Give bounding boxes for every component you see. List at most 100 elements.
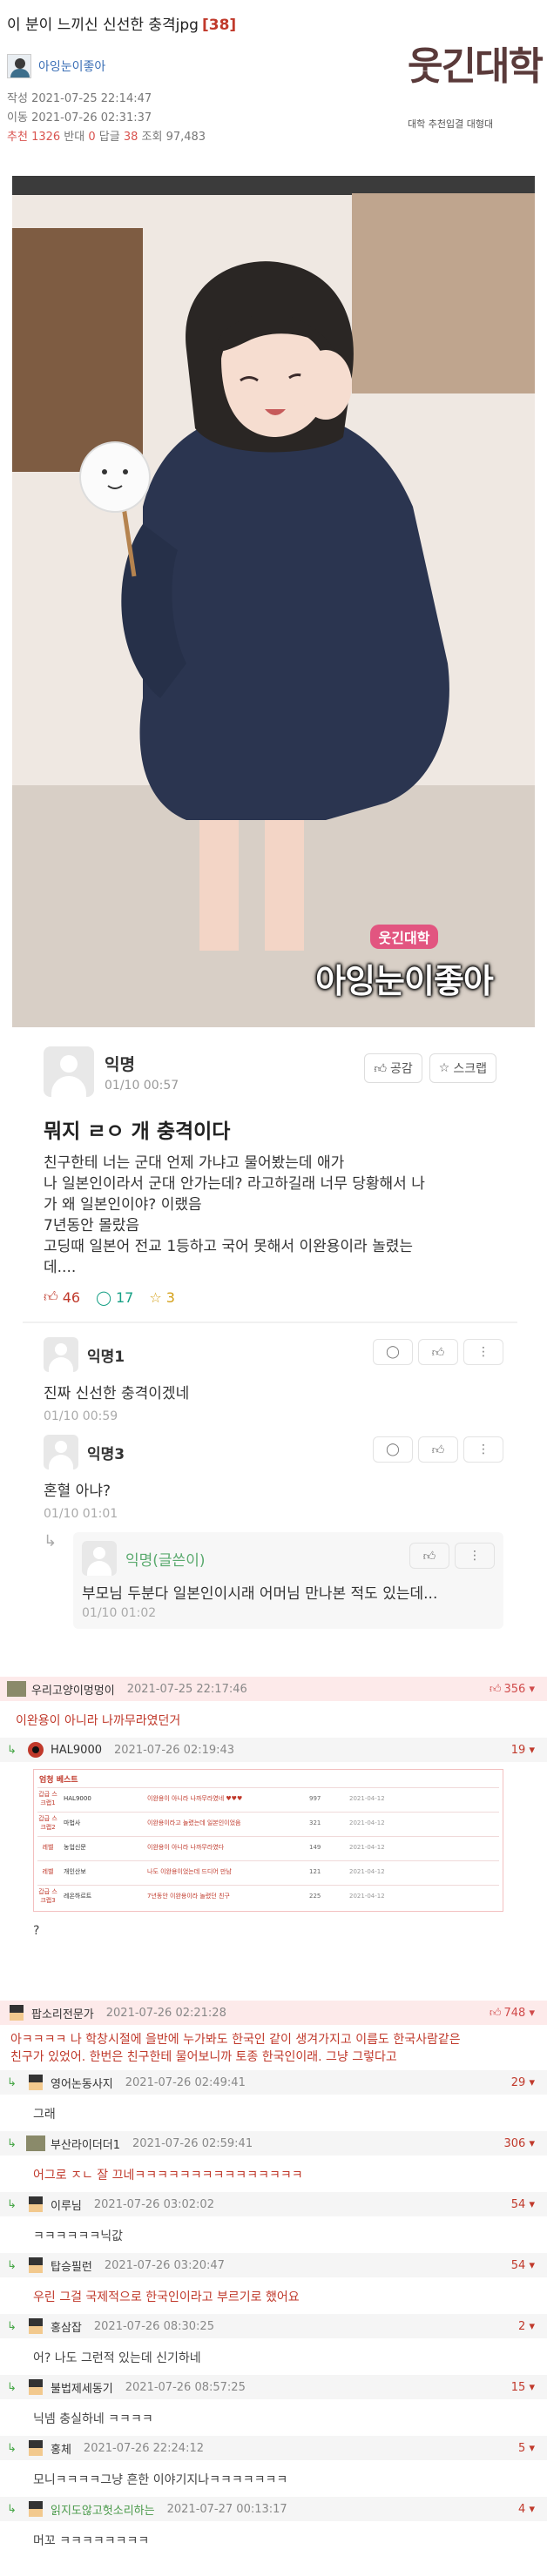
comment-score[interactable]: 29 ▾ [511, 2076, 535, 2089]
user-avatar[interactable] [26, 2257, 45, 2273]
user-avatar[interactable] [26, 2501, 45, 2517]
user-avatar[interactable] [26, 2075, 45, 2090]
comment-score[interactable]: 2 ▾ [518, 2320, 535, 2333]
comment-author[interactable]: 홍삼잡 [51, 2318, 82, 2335]
ranking-row: 갑급 스크랩3 레온하르트 7년동안 이완용이라 놀렸던 친구 225 2021… [37, 1885, 499, 1906]
dropdown-icon: ▾ [525, 2006, 535, 2020]
ranking-rank: 갑급 스크랩2 [38, 1814, 57, 1831]
reply-arrow-icon: ↳ [7, 2319, 17, 2333]
ranking-image: 엄청 베스트 갑급 스크랩1 HAL9000 이완용이 아니라 나까무라였네 ♥… [33, 1769, 503, 1912]
comment-author[interactable]: 영어논동사지 [51, 2075, 113, 2091]
comment-body: 어그로 ㅈㄴ 잘 끄네ㅋㅋㅋㅋㅋㅋㅋㅋㅋㅋㅋㅋㅋㅋㅋ [33, 2169, 303, 2183]
embed-comments-count: 17 [116, 1288, 134, 1306]
post-title-text[interactable]: 이 분이 느끼신 신선한 충격jpg [7, 17, 199, 34]
comment-author[interactable]: 홍체 [51, 2440, 71, 2457]
comment-author[interactable]: 탑승필런 [51, 2257, 92, 2274]
comment-score[interactable]: 54 ▾ [511, 2198, 535, 2211]
ranking-row: 갑급 스크랩1 HAL9000 이완용이 아니라 나까무라였네 ♥♥♥ 997 … [37, 1787, 499, 1808]
comment-header: ↳ 불법제세동기 2021-07-26 08:57:25 15 ▾ [0, 2375, 547, 2399]
comment-score-value: 356 [503, 1682, 526, 1696]
star-icon: ☆ [149, 1288, 162, 1306]
comment-author[interactable]: 불법제세동기 [51, 2379, 113, 2396]
reply-arrow-icon: ↳ [7, 2380, 17, 2394]
comment-header: ↳ 홍삼잡 2021-07-26 08:30:25 2 ▾ [0, 2314, 547, 2338]
anon-avatar [44, 1046, 94, 1097]
user-avatar[interactable] [7, 1681, 26, 1697]
embed-reply-actions: 👍︎ ⋮ [409, 1543, 495, 1569]
thumbs-up-icon: 👍︎ [418, 1436, 458, 1463]
comment-author[interactable]: HAL9000 [51, 1744, 102, 1757]
user-avatar[interactable] [26, 1742, 45, 1758]
comment-author[interactable]: 읽지도않고헛소리하는 [51, 2501, 155, 2518]
ranking-rank: 레벨 [42, 1867, 54, 1875]
comment-body: 이완용이 아니라 나까무라였던거 [16, 1714, 181, 1728]
ranking-post-title: 이완용이 아니라 나까무라였네 ♥♥♥ [147, 1794, 243, 1802]
anon-avatar [82, 1541, 117, 1576]
user-avatar[interactable] [26, 2318, 45, 2334]
ranking-views: 997 [309, 1794, 321, 1802]
comment-body: 그래 [33, 2108, 56, 2122]
more-icon: ⋮ [463, 1436, 503, 1463]
author-avatar[interactable] [7, 54, 31, 78]
user-avatar[interactable] [26, 2135, 45, 2151]
embed-scraps-count: 3 [165, 1288, 175, 1306]
scrap-label: 스크랩 [453, 1062, 487, 1076]
dropdown-icon: ▾ [525, 2441, 535, 2455]
comment-score[interactable]: 👍︎ 748 ▾ [490, 2007, 535, 2020]
ranking-date: 2021-04-12 [349, 1892, 385, 1900]
dropdown-icon: ▾ [525, 2136, 535, 2150]
embed-likes-count: 46 [62, 1288, 81, 1306]
comment-score-value: 29 [510, 2075, 526, 2089]
watermark-small: 웃긴대학 [369, 925, 439, 949]
author-name[interactable]: 아잉눈이좋아 [38, 57, 105, 75]
reply-count: 38 [123, 131, 138, 144]
site-logo[interactable]: 웃긴대학 대학 추천입결 대형대 [390, 0, 547, 157]
comment-author[interactable]: 부산라이더더1 [51, 2135, 120, 2152]
comment-header: 팝소리전문가 2021-07-26 02:21:28 👍︎ 748 ▾ [0, 2001, 547, 2025]
comment-header: ↳ 홍체 2021-07-26 22:24:12 5 ▾ [0, 2436, 547, 2460]
comment-count[interactable]: [38] [202, 17, 236, 34]
comment-score[interactable]: 19 ▾ [511, 1744, 535, 1757]
comment-header: 우리고양이멍멍이 2021-07-25 22:17:46 👍︎ 356 ▾ [0, 1677, 547, 1701]
comment-score[interactable]: 4 ▾ [518, 2503, 535, 2516]
comic-figure [79, 261, 449, 951]
opp-count: 0 [88, 131, 96, 144]
ranking-nick: 마법사 [64, 1819, 81, 1826]
comment-author[interactable]: 이루님 [51, 2196, 82, 2213]
embed-body-line: 친구한테 너는 군대 언제 가냐고 물어봤는데 애가 [44, 1154, 345, 1172]
comment-score[interactable]: 15 ▾ [511, 2381, 535, 2394]
ranking-date: 2021-04-12 [349, 1794, 385, 1802]
watermark-big: 아잉눈이좋아 [315, 962, 494, 1000]
dropdown-icon: ▾ [525, 2258, 535, 2272]
comment-body: 모니ㅋㅋㅋㅋ그냥 흔한 이야기지나ㅋㅋㅋㅋㅋㅋㅋ [33, 2473, 288, 2487]
comment-body: ? [33, 1924, 40, 1938]
embed-actions: 👍︎ 공감 ☆ 스크랩 [364, 1053, 496, 1083]
comment-score-value: 19 [510, 1743, 526, 1757]
ranking-post-title: 이완용이라고 놀렸는데 일본인이었음 [147, 1819, 241, 1826]
reply-arrow-icon: ↳ [7, 2075, 17, 2089]
user-avatar[interactable] [26, 2196, 45, 2212]
created-value: 2021-07-25 22:14:47 [31, 92, 152, 105]
ranking-row: 갑급 스크랩2 마법사 이완용이라고 놀렸는데 일본인이었음 321 2021-… [37, 1812, 499, 1833]
comment-author[interactable]: 우리고양이멍멍이 [31, 1681, 115, 1698]
user-avatar[interactable] [26, 2440, 45, 2456]
comment-score[interactable]: 5 ▾ [518, 2442, 535, 2455]
reply-label: 답글 [98, 131, 120, 144]
ranking-row: 레벨 개인산보 나도 이완용이었는데 드디어 만남 121 2021-04-12 [37, 1860, 499, 1881]
comment-score[interactable]: 👍︎ 356 ▾ [490, 1683, 535, 1696]
embed-reply-author: 익명(글쓴이) [125, 1551, 206, 1570]
embed-comment-actions: ◯ 👍︎ ⋮ [373, 1436, 503, 1463]
logo-text: 웃긴대학 [408, 44, 544, 89]
comment-body: 친구가 있었어. 한번은 친구한테 물어보니까 토종 한국인이래. 그냥 그렇다… [10, 2050, 397, 2064]
embed-reply-date: 01/10 01:02 [82, 1606, 157, 1620]
comment-body: 머꼬 ㅋㅋㅋㅋㅋㅋㅋㅋ [33, 2534, 150, 2548]
comment-header: ↳ 이루님 2021-07-26 03:02:02 54 ▾ [0, 2192, 547, 2216]
user-avatar[interactable] [26, 2379, 45, 2395]
comment-score[interactable]: 306 ▾ [504, 2137, 536, 2150]
comment-score[interactable]: 54 ▾ [511, 2259, 535, 2272]
comment-author[interactable]: 팝소리전문가 [31, 2005, 94, 2021]
comment-date: 2021-07-26 08:30:25 [93, 2319, 214, 2333]
user-avatar[interactable] [7, 2005, 26, 2021]
post-title[interactable]: 이 분이 느끼신 신선한 충격jpg [38] [7, 12, 236, 34]
speech-bubble-icon: ◯ [96, 1288, 111, 1306]
